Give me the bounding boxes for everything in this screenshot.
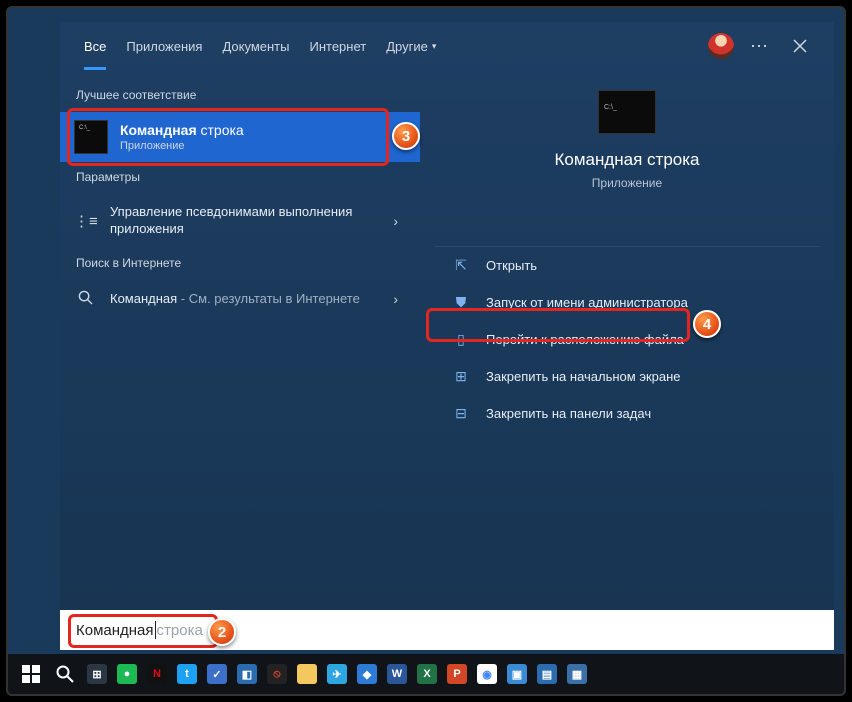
taskbar-search-button[interactable] [48, 658, 82, 690]
preview-title: Командная строка [554, 150, 699, 170]
taskbar-app-netflix[interactable]: N [142, 658, 172, 690]
taskbar-app-generic4[interactable]: ▤ [532, 658, 562, 690]
search-input[interactable]: Командная строка [60, 610, 834, 650]
chevron-right-icon: › [385, 213, 406, 229]
settings-list-icon: ⋮≡ [74, 212, 96, 230]
taskbar-app-generic1[interactable]: ◧ [232, 658, 262, 690]
action-pin-start[interactable]: ⊞ Закрепить на начальном экране [434, 358, 820, 395]
preview-subtitle: Приложение [592, 176, 662, 190]
cmd-icon: C:\_ [74, 120, 108, 154]
chevron-down-icon: ▾ [432, 41, 437, 52]
pin-start-icon: ⊞ [450, 368, 472, 385]
action-pin-taskbar[interactable]: ⊟ Закрепить на панели задач [434, 395, 820, 432]
taskbar-app-generic5[interactable]: ▦ [562, 658, 592, 690]
action-admin-label: Запуск от имени администратора [486, 295, 688, 310]
folder-icon: ▯ [450, 331, 472, 348]
result-title-rest: строка [197, 122, 244, 138]
taskbar-app-generic3[interactable]: ▣ [502, 658, 532, 690]
action-open[interactable]: ⇱ Открыть [434, 247, 820, 284]
taskbar-app-generic2[interactable]: ◆ [352, 658, 382, 690]
action-open-location[interactable]: ▯ Перейти к расположению файла [434, 321, 820, 358]
taskbar-app-powerpoint[interactable]: P [442, 658, 472, 690]
taskbar-app-spotify[interactable]: ● [112, 658, 142, 690]
web-search-result[interactable]: Командная - См. результаты в Интернете › [60, 280, 420, 319]
preview-cmd-icon: C:\_ [598, 90, 656, 134]
search-icon [74, 290, 96, 309]
result-command-prompt[interactable]: C:\_ Командная строка Приложение [60, 112, 420, 162]
action-pinstart-label: Закрепить на начальном экране [486, 369, 681, 384]
search-typed-text: Командная [76, 622, 154, 639]
taskbar-app-blocked[interactable]: ⦸ [262, 658, 292, 690]
taskbar-app-explorer[interactable] [292, 658, 322, 690]
action-open-label: Открыть [486, 258, 537, 273]
web-suffix: - См. результаты в Интернете [177, 291, 360, 306]
admin-shield-icon: ⛊ [450, 294, 472, 311]
section-best-match: Лучшее соответствие [60, 80, 420, 112]
open-icon: ⇱ [450, 257, 472, 274]
search-autocomplete-ghost: строка [157, 622, 203, 639]
section-settings: Параметры [60, 162, 420, 194]
taskbar-app-twitter[interactable]: t [172, 658, 202, 690]
web-prefix: Командная [110, 291, 177, 306]
filter-tabs: Все Приложения Документы Интернет Другие… [60, 22, 834, 70]
taskbar-app-calculator[interactable]: ⊞ [82, 658, 112, 690]
action-pintask-label: Закрепить на панели задач [486, 406, 651, 421]
text-cursor [155, 621, 156, 639]
results-column: Лучшее соответствие C:\_ Командная строк… [60, 70, 420, 634]
taskbar-app-chrome[interactable]: ◉ [472, 658, 502, 690]
search-panel: Все Приложения Документы Интернет Другие… [60, 22, 834, 634]
action-run-as-admin[interactable]: ⛊ Запуск от имени администратора [434, 284, 820, 321]
preview-actions: ⇱ Открыть ⛊ Запуск от имени администратора… [434, 246, 820, 432]
tab-all[interactable]: Все [74, 22, 116, 70]
result-subtitle: Приложение [120, 140, 406, 152]
tab-web[interactable]: Интернет [299, 22, 376, 70]
action-loc-label: Перейти к расположению файла [486, 332, 684, 347]
taskbar-app-telegram[interactable]: ✈ [322, 658, 352, 690]
taskbar: ⊞ ● N t ✓ ◧ ⦸ ✈ ◆ W X P ◉ ▣ ▤ ▦ [8, 654, 844, 694]
setting-text: Управление псевдонимами выполнения прило… [110, 204, 385, 238]
tab-documents[interactable]: Документы [212, 22, 299, 70]
user-avatar[interactable] [708, 33, 734, 59]
taskbar-app-excel[interactable]: X [412, 658, 442, 690]
taskbar-app-todo[interactable]: ✓ [202, 658, 232, 690]
tab-other-label: Другие [386, 39, 428, 54]
preview-column: C:\_ Командная строка Приложение ⇱ Открыт… [420, 70, 834, 634]
close-button[interactable] [780, 26, 820, 66]
start-button[interactable] [14, 658, 48, 690]
result-title-bold: Командная [120, 122, 197, 138]
pin-taskbar-icon: ⊟ [450, 405, 472, 422]
chevron-right-icon: › [385, 291, 406, 307]
setting-alias-management[interactable]: ⋮≡ Управление псевдонимами выполнения пр… [60, 194, 420, 248]
section-web-search: Поиск в Интернете [60, 248, 420, 280]
more-options-icon[interactable]: ⋯ [740, 36, 780, 57]
tab-apps[interactable]: Приложения [116, 22, 212, 70]
taskbar-app-word[interactable]: W [382, 658, 412, 690]
tab-other[interactable]: Другие ▾ [376, 22, 446, 70]
